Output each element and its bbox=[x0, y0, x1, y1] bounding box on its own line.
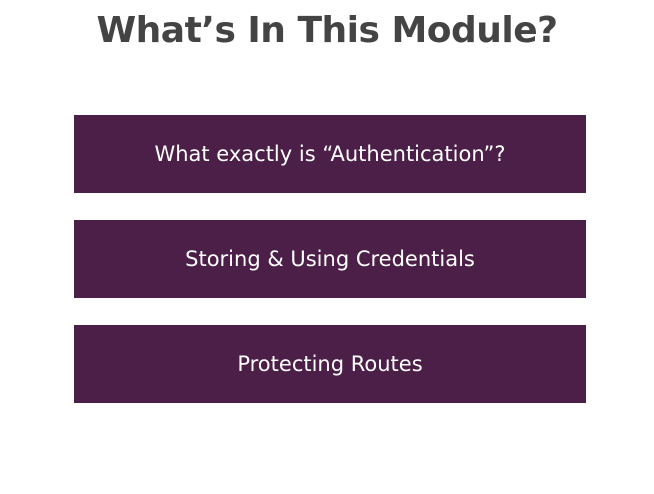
topic-label: What exactly is “Authentication”? bbox=[154, 142, 506, 166]
module-topics-list: What exactly is “Authentication”? Storin… bbox=[74, 115, 586, 430]
slide: What’s In This Module? What exactly is “… bbox=[0, 0, 654, 494]
topic-item-authentication: What exactly is “Authentication”? bbox=[74, 115, 586, 193]
topic-item-credentials: Storing & Using Credentials bbox=[74, 220, 586, 298]
topic-label: Protecting Routes bbox=[237, 352, 423, 376]
slide-title: What’s In This Module? bbox=[96, 10, 558, 51]
topic-label: Storing & Using Credentials bbox=[185, 247, 475, 271]
topic-item-routes: Protecting Routes bbox=[74, 325, 586, 403]
